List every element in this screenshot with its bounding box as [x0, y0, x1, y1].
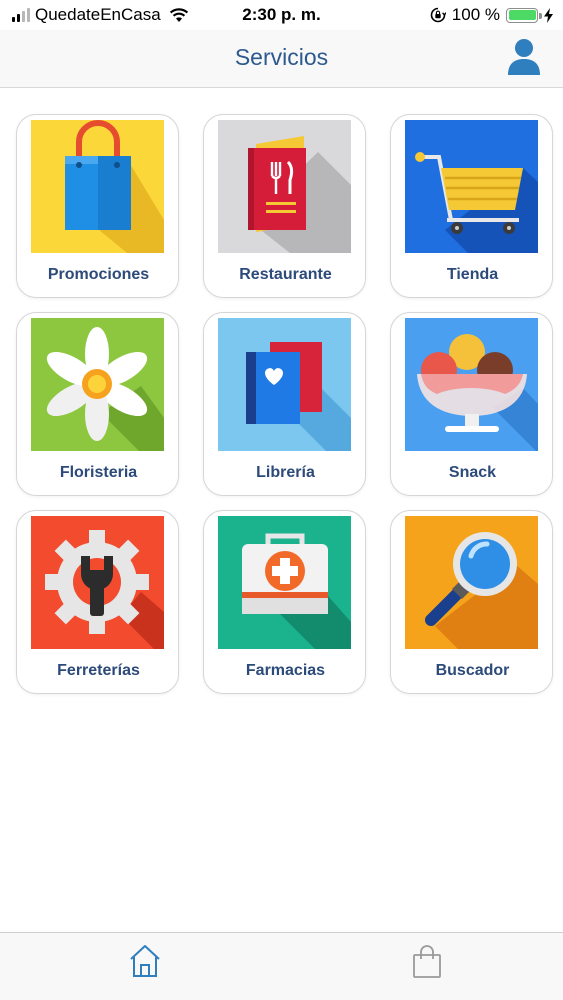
- service-label: Floristeria: [59, 464, 138, 481]
- service-card-farmacias[interactable]: Farmacias: [203, 510, 366, 694]
- orientation-lock-icon: [430, 7, 446, 23]
- magnifier-icon: [405, 516, 538, 649]
- home-icon[interactable]: [128, 943, 162, 979]
- services-grid: Promociones Restaurante Tienda Florister…: [16, 114, 556, 694]
- service-label: Ferreterías: [57, 662, 140, 679]
- service-card-snack[interactable]: Snack: [390, 312, 553, 496]
- service-card-restaurante[interactable]: Restaurante: [203, 114, 366, 298]
- service-card-ferreterias[interactable]: Ferreterías: [16, 510, 179, 694]
- menu-book-icon: [218, 120, 351, 253]
- service-label: Restaurante: [239, 266, 332, 283]
- signal-icon: [12, 8, 30, 22]
- service-card-libreria[interactable]: Librería: [203, 312, 366, 496]
- tab-bar: [0, 932, 563, 1000]
- battery-percent: 100 %: [451, 5, 500, 24]
- ice-cream-icon: [405, 318, 538, 451]
- service-label: Tienda: [446, 266, 499, 283]
- service-label: Promociones: [47, 266, 150, 283]
- person-icon[interactable]: [507, 38, 541, 76]
- service-card-buscador[interactable]: Buscador: [390, 510, 553, 694]
- service-label: Farmacias: [245, 662, 326, 679]
- shopping-bag-icon[interactable]: [410, 943, 444, 979]
- service-card-tienda[interactable]: Tienda: [390, 114, 553, 298]
- flower-icon: [31, 318, 164, 451]
- service-card-promociones[interactable]: Promociones: [16, 114, 179, 298]
- first-aid-kit-icon: [218, 516, 351, 649]
- status-bar: QuedateEnCasa 2:30 p. m. 100 %: [0, 0, 563, 30]
- shopping-bag-icon: [31, 120, 164, 253]
- nav-bar: Servicios: [0, 30, 563, 88]
- books-icon: [218, 318, 351, 451]
- battery-icon: [506, 7, 542, 23]
- carrier-label: QuedateEnCasa: [35, 5, 161, 24]
- page-title: Servicios: [234, 44, 329, 70]
- wifi-icon: [169, 7, 188, 22]
- service-label: Librería: [256, 464, 315, 481]
- service-card-floristeria[interactable]: Floristeria: [16, 312, 179, 496]
- charging-icon: [544, 7, 553, 23]
- wrench-gear-icon: [31, 516, 164, 649]
- status-right: 100 %: [430, 5, 553, 25]
- service-label: Buscador: [435, 662, 510, 679]
- status-left: QuedateEnCasa: [12, 5, 189, 25]
- shopping-cart-icon: [405, 120, 538, 253]
- service-label: Snack: [448, 464, 497, 481]
